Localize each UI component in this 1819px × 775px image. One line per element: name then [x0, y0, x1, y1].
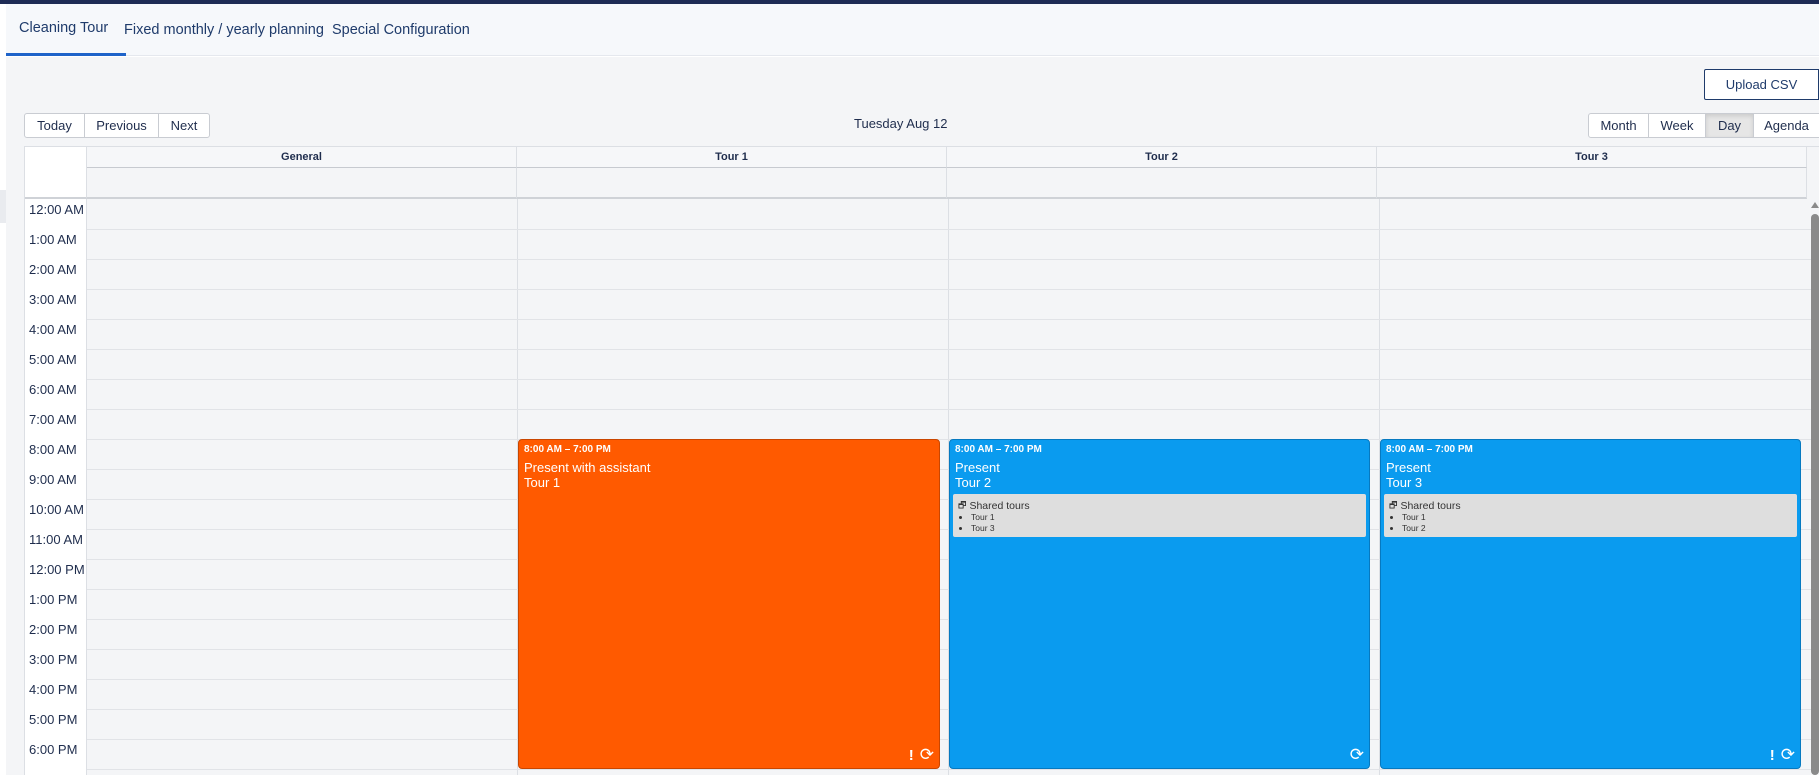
time-slot-label: 4:00 AM: [29, 322, 77, 337]
time-slot-label: 6:00 AM: [29, 382, 77, 397]
upload-csv-button[interactable]: Upload CSV: [1704, 69, 1819, 100]
column-header-tour-1: Tour 1: [517, 147, 947, 168]
time-slot-label: 4:00 PM: [29, 682, 78, 697]
allday-cell-tour-2[interactable]: [947, 168, 1377, 199]
shared-tour-item: Tour 1: [1402, 512, 1426, 523]
gutter-header: [25, 147, 87, 199]
view-week-button[interactable]: Week: [1648, 113, 1706, 138]
shared-tour-item: Tour 3: [971, 523, 995, 534]
time-gutter: 12:00 AM 1:00 AM 2:00 AM 3:00 AM 4:00 AM 5:00…: [25, 199, 87, 775]
time-slot-label: 8:00 AM: [29, 442, 77, 457]
event-tour-3[interactable]: 8:00 AM – 7:00 PM Present Tour 3 🗗 Shared…: [1380, 439, 1801, 769]
time-slot-row: [87, 229, 1819, 230]
shared-tours-box: 🗗Shared tours Tour 1 Tour 2: [1384, 494, 1797, 537]
event-title: Present: [1386, 460, 1431, 475]
time-slot-label: 7:00 AM: [29, 412, 77, 427]
event-tour-1[interactable]: 8:00 AM – 7:00 PM Present with assistant…: [518, 439, 940, 769]
event-subtitle: Tour 3: [1386, 475, 1423, 490]
time-slot-label: 12:00 AM: [29, 202, 84, 217]
view-day-button[interactable]: Day: [1705, 113, 1754, 138]
time-slot-label: 3:00 AM: [29, 292, 77, 307]
shared-tours-list: Tour 1 Tour 3: [971, 512, 995, 534]
shared-tours-title: Shared tours: [969, 500, 1030, 512]
event-title: Present with assistant: [524, 460, 651, 475]
allday-cell-tour-3[interactable]: [1377, 168, 1807, 199]
previous-button[interactable]: Previous: [84, 113, 159, 138]
time-slot-label: 5:00 AM: [29, 352, 77, 367]
time-slot-label: 6:00 PM: [29, 742, 78, 757]
time-slot-label: 3:00 PM: [29, 652, 78, 667]
time-slot-label: 11:00 AM: [29, 532, 83, 547]
time-slot-label: 1:00 AM: [29, 232, 77, 247]
exclamation-icon[interactable]: !: [909, 747, 914, 764]
shared-tours-list: Tour 1 Tour 2: [1402, 512, 1426, 534]
shared-tour-item: Tour 1: [971, 512, 995, 523]
time-slot-label: 1:00 PM: [29, 592, 78, 607]
time-slot-label: 12:00 PM: [29, 562, 85, 577]
current-date-label: Tuesday Aug 12: [854, 116, 948, 131]
event-time: 8:00 AM – 7:00 PM: [1386, 444, 1473, 455]
today-button[interactable]: Today: [24, 113, 85, 138]
vertical-scrollbar[interactable]: [1811, 214, 1819, 775]
time-slot-label: 9:00 AM: [29, 472, 77, 487]
tab-cleaning-tour[interactable]: Cleaning Tour: [19, 20, 108, 36]
shared-tours-box: 🗗Shared tours Tour 1 Tour 3: [953, 494, 1366, 537]
time-slot-row: [87, 409, 1819, 410]
time-slot-label: 2:00 PM: [29, 622, 78, 637]
exclamation-icon[interactable]: !: [1770, 747, 1775, 764]
event-subtitle: Tour 2: [955, 475, 992, 490]
scroll-up-arrow-icon[interactable]: [1811, 202, 1819, 208]
time-slot-row: [87, 259, 1819, 260]
event-tour-2[interactable]: 8:00 AM – 7:00 PM Present Tour 2 🗗 Shared…: [949, 439, 1370, 769]
column-header-general: General: [87, 147, 517, 168]
column-header-tour-3: Tour 3: [1377, 147, 1807, 168]
allday-cell-tour-1[interactable]: [517, 168, 947, 199]
shared-tours-title: Shared tours: [1400, 500, 1461, 512]
repeat-icon[interactable]: ⟳: [1781, 745, 1795, 765]
event-time: 8:00 AM – 7:00 PM: [524, 444, 611, 455]
time-slot-label: 5:00 PM: [29, 712, 78, 727]
nav-button-group: Today Previous Next: [24, 113, 210, 138]
time-slot-row: [87, 379, 1819, 380]
view-month-button[interactable]: Month: [1588, 113, 1649, 138]
tab-fixed-planning[interactable]: Fixed monthly / yearly planning: [124, 22, 324, 38]
tab-bar: Cleaning Tour Fixed monthly / yearly pla…: [6, 4, 1819, 56]
repeat-icon[interactable]: ⟳: [920, 745, 934, 765]
view-agenda-button[interactable]: Agenda: [1753, 113, 1819, 138]
day-calendar-grid: General Tour 1 Tour 2 Tour 3 12:00 AM 1:0…: [24, 146, 1819, 775]
time-slot-row: [87, 319, 1819, 320]
column-header-tour-2: Tour 2: [947, 147, 1377, 168]
left-edge-panel: [0, 190, 6, 223]
shared-tour-item: Tour 2: [1402, 523, 1426, 534]
time-slot-row: [87, 289, 1819, 290]
time-slot-label: 10:00 AM: [29, 502, 84, 517]
view-button-group: Month Week Day Agenda: [1588, 113, 1819, 138]
next-button[interactable]: Next: [158, 113, 210, 138]
time-slot-label: 2:00 AM: [29, 262, 77, 277]
time-slot-row: [87, 769, 1819, 770]
event-title: Present: [955, 460, 1000, 475]
allday-cell-general[interactable]: [87, 168, 517, 199]
repeat-icon[interactable]: ⟳: [1350, 745, 1364, 765]
event-time: 8:00 AM – 7:00 PM: [955, 444, 1042, 455]
time-slot-row: [87, 349, 1819, 350]
event-subtitle: Tour 1: [524, 475, 561, 490]
tab-special-configuration[interactable]: Special Configuration: [332, 22, 470, 38]
active-tab-indicator: [6, 53, 126, 56]
